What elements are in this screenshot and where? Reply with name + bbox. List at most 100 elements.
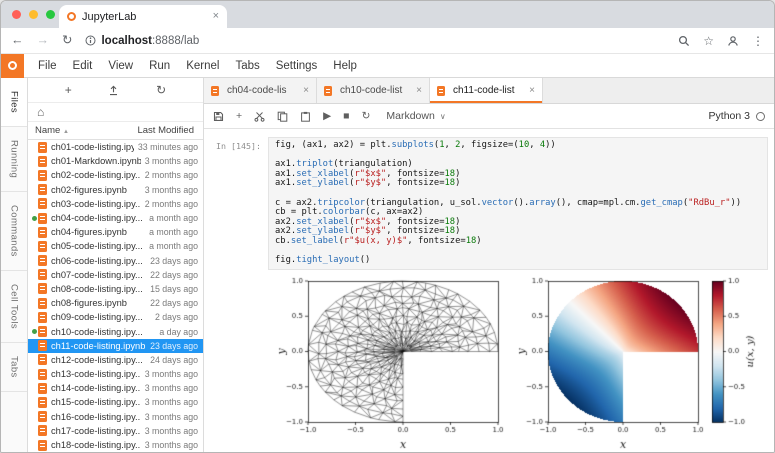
file-row[interactable]: ch12-code-listing.ipy...24 days ago [28, 353, 203, 367]
document-tab-ch04-code-lis[interactable]: ch04-code-lis× [204, 78, 317, 103]
copy-cells-icon[interactable] [277, 111, 288, 122]
page-info-icon[interactable] [85, 35, 96, 46]
tab-close-icon[interactable]: × [416, 86, 422, 96]
file-modified: 3 months ago [145, 369, 198, 379]
kernel-running-indicator [31, 216, 38, 221]
file-row[interactable]: ch07-code-listing.ipy...22 days ago [28, 268, 203, 282]
notebook-file-icon [38, 213, 47, 224]
browser-menu-icon[interactable]: ⋮ [752, 35, 764, 47]
browser-tab[interactable]: JupyterLab × [59, 5, 227, 28]
code-line: ax1.set_ylabel(r"$y$", fontsize=18) [275, 179, 761, 189]
minimize-window-button[interactable] [29, 10, 38, 19]
new-launcher-button[interactable]: + [65, 84, 72, 96]
sidebar-tab-cell-tools[interactable]: Cell Tools [1, 271, 27, 343]
file-row[interactable]: ch08-code-listing.ipy... 15 days ago [28, 282, 203, 296]
reload-button[interactable]: ↻ [62, 34, 72, 47]
maximize-window-button[interactable] [46, 10, 55, 19]
tab-close-icon[interactable]: × [303, 86, 309, 96]
file-name: ch08-code-listing.ipy... [51, 284, 146, 294]
url-text: localhost:8888/lab [101, 35, 199, 47]
save-icon[interactable] [213, 111, 224, 122]
file-row[interactable]: ch10-code-listing.ipy...a day ago [28, 324, 203, 338]
menu-run[interactable]: Run [141, 54, 178, 78]
code-cell[interactable]: In [145]: fig, (ax1, ax2) = plt.subplots… [208, 137, 768, 270]
file-row[interactable]: ch08-figures.ipynb22 days ago [28, 296, 203, 310]
file-row[interactable]: ch02-code-listing.ipy... 2 months ago [28, 168, 203, 182]
file-modified: 2 days ago [155, 312, 198, 322]
run-cell-icon[interactable]: ▶ [323, 111, 331, 122]
code-editor[interactable]: fig, (ax1, ax2) = plt.subplots(1, 2, fig… [268, 137, 768, 270]
column-header-modified[interactable]: Last Modified [137, 125, 194, 136]
notebook-file-icon [38, 298, 47, 309]
file-name: ch11-code-listing.ipynb [51, 341, 146, 351]
cell-type-value: Markdown [386, 110, 434, 122]
column-header-name[interactable]: Name ▲ [35, 125, 69, 136]
menu-settings[interactable]: Settings [268, 54, 326, 78]
file-modified: 2 months ago [145, 170, 198, 180]
file-row[interactable]: ch17-code-listing.ipy...3 months ago [28, 424, 203, 438]
file-modified: 3 months ago [145, 383, 198, 393]
sidebar-tab-files[interactable]: Files [1, 78, 27, 127]
file-modified: 3 months ago [145, 412, 198, 422]
file-row[interactable]: ch04-code-listing.ipy...a month ago [28, 211, 203, 225]
sidebar-tab-running[interactable]: Running [1, 127, 27, 192]
bookmark-star-icon[interactable]: ☆ [703, 35, 714, 47]
file-row[interactable]: ch11-code-listing.ipynb23 days ago [28, 339, 203, 353]
menu-file[interactable]: File [30, 54, 65, 78]
stop-kernel-icon[interactable]: ■ [343, 111, 349, 122]
file-row[interactable]: ch15-code-listing.ipy...3 months ago [28, 395, 203, 409]
file-modified: 15 days ago [150, 284, 198, 294]
file-row[interactable]: ch05-code-listing.ipy...a month ago [28, 239, 203, 253]
jupyterlab-body: FilesRunningCommandsCell ToolsTabs + ↻ ⌂… [1, 78, 774, 452]
file-name: ch02-code-listing.ipy... [51, 170, 141, 180]
file-name: ch01-code-listing.ipy... [51, 142, 134, 152]
file-row[interactable]: ch18-code-listing.ipy...3 months ago [28, 438, 203, 452]
file-row[interactable]: ch01-code-listing.ipy...33 minutes ago [28, 140, 203, 154]
file-row[interactable]: ch01-Markdown.ipynb3 months ago [28, 154, 203, 168]
jupyterlab-menubar: FileEditViewRunKernelTabsSettingsHelp [1, 54, 774, 78]
sidebar-tab-tabs[interactable]: Tabs [1, 343, 27, 392]
kernel-indicator[interactable]: Python 3 [709, 110, 765, 122]
notebook-file-icon [38, 170, 47, 181]
cut-cells-icon[interactable] [254, 111, 265, 122]
menu-view[interactable]: View [100, 54, 141, 78]
tab-close-icon[interactable]: × [213, 11, 219, 22]
profile-icon[interactable] [727, 35, 739, 47]
forward-button[interactable]: → [37, 34, 50, 47]
menu-tabs[interactable]: Tabs [227, 54, 267, 78]
cell-type-dropdown[interactable]: Markdown ∨ [386, 110, 445, 122]
file-row[interactable]: ch16-code-listing.ipy...3 months ago [28, 410, 203, 424]
paste-cells-icon[interactable] [300, 111, 311, 122]
notebook-file-icon [211, 86, 219, 96]
address-bar[interactable]: localhost:8888/lab [85, 35, 665, 47]
upload-button[interactable] [108, 85, 119, 96]
file-row[interactable]: ch06-code-listing.ipy...23 days ago [28, 254, 203, 268]
menu-kernel[interactable]: Kernel [178, 54, 227, 78]
tab-close-icon[interactable]: × [529, 86, 535, 96]
file-row[interactable]: ch02-figures.ipynb3 months ago [28, 183, 203, 197]
menu-edit[interactable]: Edit [65, 54, 101, 78]
file-row[interactable]: ch09-code-listing.ipy...2 days ago [28, 310, 203, 324]
url-path: :8888/lab [152, 35, 199, 47]
file-name: ch13-code-listing.ipy... [51, 369, 141, 379]
restart-kernel-icon[interactable]: ↻ [362, 111, 371, 122]
document-tab-ch11-code-list[interactable]: ch11-code-list× [430, 78, 543, 103]
file-name: ch04-figures.ipynb [51, 227, 145, 237]
notebook-file-icon [38, 440, 47, 451]
back-button[interactable]: ← [11, 34, 24, 47]
menu-help[interactable]: Help [325, 54, 365, 78]
zoom-icon[interactable] [678, 35, 690, 47]
file-row[interactable]: ch14-code-listing.ipy... 3 months ago [28, 381, 203, 395]
file-row[interactable]: ch04-figures.ipynba month ago [28, 225, 203, 239]
file-name: ch14-code-listing.ipy... [51, 383, 141, 393]
home-icon[interactable]: ⌂ [37, 105, 44, 119]
sidebar-tab-commands[interactable]: Commands [1, 192, 27, 271]
refresh-button[interactable]: ↻ [156, 84, 166, 96]
document-tab-ch10-code-list[interactable]: ch10-code-list× [317, 78, 430, 103]
file-row[interactable]: ch13-code-listing.ipy... 3 months ago [28, 367, 203, 381]
add-cell-icon[interactable]: + [236, 111, 242, 122]
notebook-file-icon [38, 326, 47, 337]
jupyter-logo-icon[interactable] [1, 54, 24, 78]
close-window-button[interactable] [12, 10, 21, 19]
file-row[interactable]: ch03-code-listing.ipy...2 months ago [28, 197, 203, 211]
